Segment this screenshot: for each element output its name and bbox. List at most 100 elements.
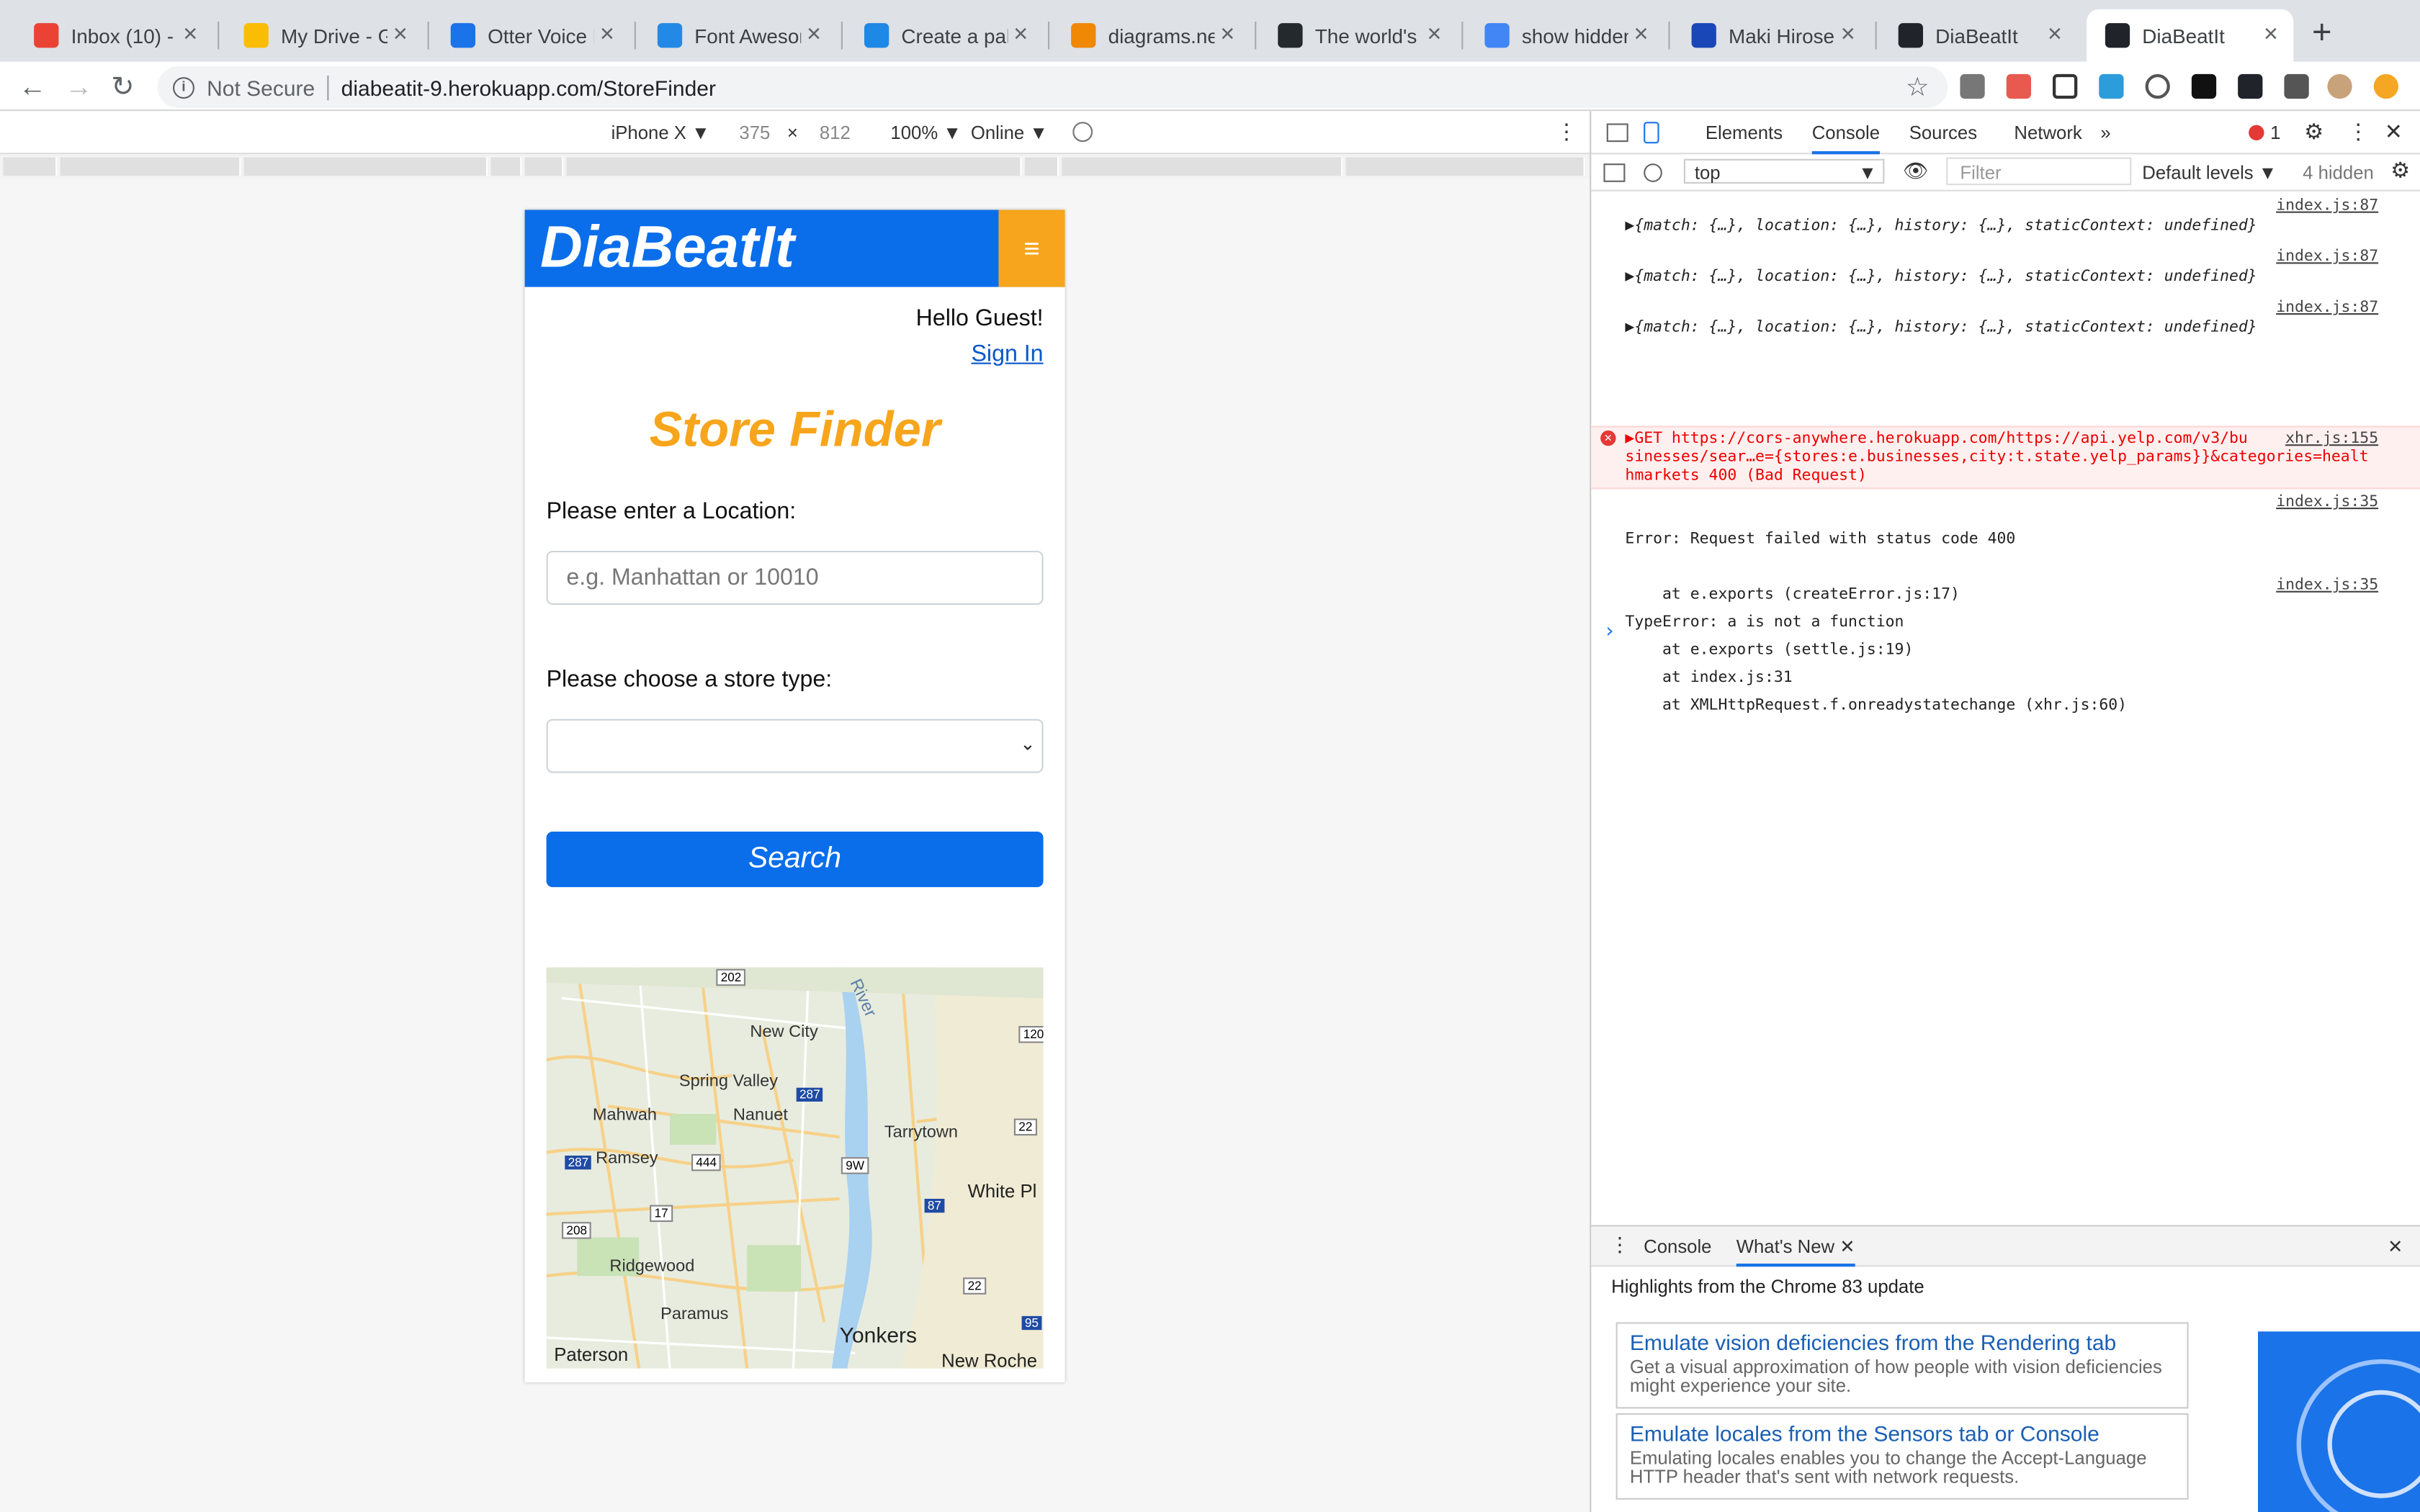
url-text[interactable]: diabeatit-9.herokuapp.com/StoreFinder [341, 75, 716, 99]
tab-network[interactable]: Network [2014, 122, 2081, 143]
context-select[interactable]: top ▼ [1683, 158, 1885, 184]
inspect-icon[interactable] [1606, 123, 1628, 143]
close-tab-icon[interactable]: × [183, 22, 197, 50]
console-type-error[interactable]: TypeError: a is not a function at index.… [1625, 577, 2420, 725]
tab-favicon-icon [450, 23, 475, 48]
update-icon[interactable] [2373, 73, 2398, 99]
console-log[interactable]: ▶{match: {…}, location: {…}, history: {…… [1625, 269, 2420, 286]
screenshot-icon[interactable] [2053, 73, 2078, 99]
more-options-icon[interactable]: ⋮ [1556, 119, 1577, 145]
hamburger-menu-icon[interactable]: ≡ [998, 210, 1065, 287]
extension-circle-icon[interactable] [2145, 73, 2170, 99]
device-toggle-icon[interactable] [1644, 122, 1659, 144]
sign-in-link[interactable]: Sign In [525, 332, 1065, 367]
close-tab-icon[interactable]: × [2264, 22, 2278, 50]
close-icon[interactable]: ✕ [2385, 119, 2403, 145]
tab-sources[interactable]: Sources [1909, 122, 1977, 143]
source-link[interactable]: index.js:87 [2276, 300, 2378, 317]
device-height[interactable]: 812 [820, 122, 851, 143]
drawer-menu-icon[interactable]: ⋮ [1610, 1233, 1630, 1257]
more-tabs-icon[interactable]: » [2100, 122, 2110, 143]
avatar[interactable] [2327, 73, 2352, 99]
browser-tab[interactable]: My Drive - Go× [225, 9, 423, 62]
drawer-tab-console[interactable]: Console [1644, 1236, 1711, 1257]
source-link[interactable]: xhr.js:155 [2285, 431, 2378, 448]
levels-select[interactable]: Default levels ▼ [2142, 162, 2277, 184]
react-icon[interactable] [2238, 73, 2263, 99]
zoom-select[interactable]: 100% ▼ [890, 122, 961, 143]
puzzle-icon[interactable] [2284, 73, 2309, 99]
network-select[interactable]: Online ▼ [971, 122, 1048, 143]
tab-separator [1668, 22, 1670, 50]
forward-icon[interactable]: → [65, 71, 93, 102]
error-line[interactable]: hmarkets 400 (Bad Request) [1625, 467, 1866, 485]
extension-arrows-icon[interactable] [2099, 73, 2124, 99]
close-tab-icon[interactable]: × [2048, 22, 2062, 50]
back-icon[interactable]: ← [19, 71, 47, 102]
console-log[interactable]: ▶{match: {…}, location: {…}, history: {…… [1625, 217, 2420, 235]
address-bar[interactable]: i Not Secure diabeatit-9.herokuapp.com/S… [157, 66, 1948, 108]
source-link[interactable]: index.js:35 [2276, 577, 2378, 594]
tab-elements[interactable]: Elements [1706, 122, 1783, 143]
brand-logo[interactable]: DiaBeatIt [540, 216, 794, 282]
store-type-select[interactable]: ⌄ [546, 719, 1044, 773]
more-options-icon[interactable]: ⋮ [2347, 119, 2369, 145]
drawer-tab-whats-new[interactable]: What's New ✕ [1736, 1236, 1855, 1267]
context-value: top [1694, 162, 1721, 184]
search-button[interactable]: Search [546, 832, 1044, 888]
close-icon[interactable]: ✕ [2388, 1236, 2403, 1257]
browser-tab[interactable]: DiaBeatIt × [1880, 9, 2077, 62]
screen: Inbox (10) - m×My Drive - Go×Otter Voice… [0, 0, 2420, 1512]
close-tab-icon[interactable]: × [1634, 22, 1649, 50]
browser-tab[interactable]: The world's le× [1260, 9, 1457, 62]
close-tab-icon[interactable]: × [1013, 22, 1028, 50]
gear-icon[interactable]: ⚙ [2390, 158, 2410, 184]
tab-console[interactable]: Console [1811, 122, 1881, 155]
gear-icon[interactable]: ⚙ [2304, 119, 2323, 145]
info-icon[interactable]: i [173, 76, 194, 99]
browser-tab[interactable]: Maki Hirose: L× [1673, 9, 1870, 62]
card-title[interactable]: Emulate vision deficiencies from the Ren… [1630, 1330, 2174, 1354]
sidebar-toggle-icon[interactable] [1603, 163, 1626, 182]
close-tab-icon[interactable]: × [600, 22, 614, 50]
extension-icon[interactable] [1960, 73, 1985, 99]
card-title[interactable]: Emulate locales from the Sensors tab or … [1630, 1421, 2174, 1446]
error-line[interactable]: ▶GET https://cors-anywhere.herokuapp.com… [1625, 431, 2247, 448]
error-line[interactable]: sinesses/sear…e={stores:e.businesses,cit… [1625, 449, 2368, 467]
source-link[interactable]: index.js:87 [2276, 197, 2378, 215]
location-input[interactable]: e.g. Manhattan or 10010 [546, 551, 1044, 605]
bookmark-star-icon[interactable]: ☆ [1906, 72, 1930, 103]
browser-tab[interactable]: Otter Voice M × [432, 9, 629, 62]
reload-icon[interactable]: ↻ [111, 71, 134, 102]
filter-input[interactable]: Filter [1946, 157, 2132, 186]
close-tab-icon[interactable]: × [1220, 22, 1234, 50]
flag-icon[interactable] [2191, 73, 2217, 99]
device-width[interactable]: 375 [739, 122, 770, 143]
console-log[interactable]: ▶{match: {…}, location: {…}, history: {…… [1625, 320, 2420, 337]
browser-tab[interactable]: DiaBeatIt × [2087, 9, 2294, 62]
extension-badge-icon[interactable] [2006, 73, 2031, 99]
source-link[interactable]: index.js:87 [2276, 248, 2378, 266]
rotate-icon[interactable] [1072, 122, 1093, 143]
close-tab-icon[interactable]: × [807, 22, 821, 50]
source-link[interactable]: index.js:35 [2276, 494, 2378, 511]
error-badge-icon[interactable] [2249, 125, 2264, 140]
map[interactable]: River New City Spring Valley Mahwah Nanu… [546, 967, 1044, 1369]
browser-tab[interactable]: Inbox (10) - m× [15, 9, 212, 62]
close-tab-icon[interactable]: × [1841, 22, 1855, 50]
close-tab-icon[interactable]: × [393, 22, 408, 50]
whats-new-card[interactable]: Emulate vision deficiencies from the Ren… [1615, 1322, 2189, 1409]
eye-icon[interactable]: 👁 [1903, 159, 1928, 184]
browser-tab[interactable]: Font Awesom × [639, 9, 836, 62]
console-prompt[interactable]: › [1603, 620, 2420, 643]
close-tab-icon[interactable]: × [1427, 22, 1441, 50]
clear-console-icon[interactable] [1644, 163, 1662, 182]
new-tab-button[interactable]: + [2312, 14, 2332, 49]
whats-new-card[interactable]: Emulate locales from the Sensors tab or … [1615, 1413, 2189, 1500]
browser-tab[interactable]: Create a palet× [846, 9, 1043, 62]
error-count[interactable]: 1 [2270, 122, 2280, 143]
media-query-ruler[interactable] [0, 154, 1590, 179]
device-select[interactable]: iPhone X ▼ [611, 122, 710, 143]
browser-tab[interactable]: show hidden f× [1466, 9, 1664, 62]
browser-tab[interactable]: diagrams.net × [1052, 9, 1250, 62]
